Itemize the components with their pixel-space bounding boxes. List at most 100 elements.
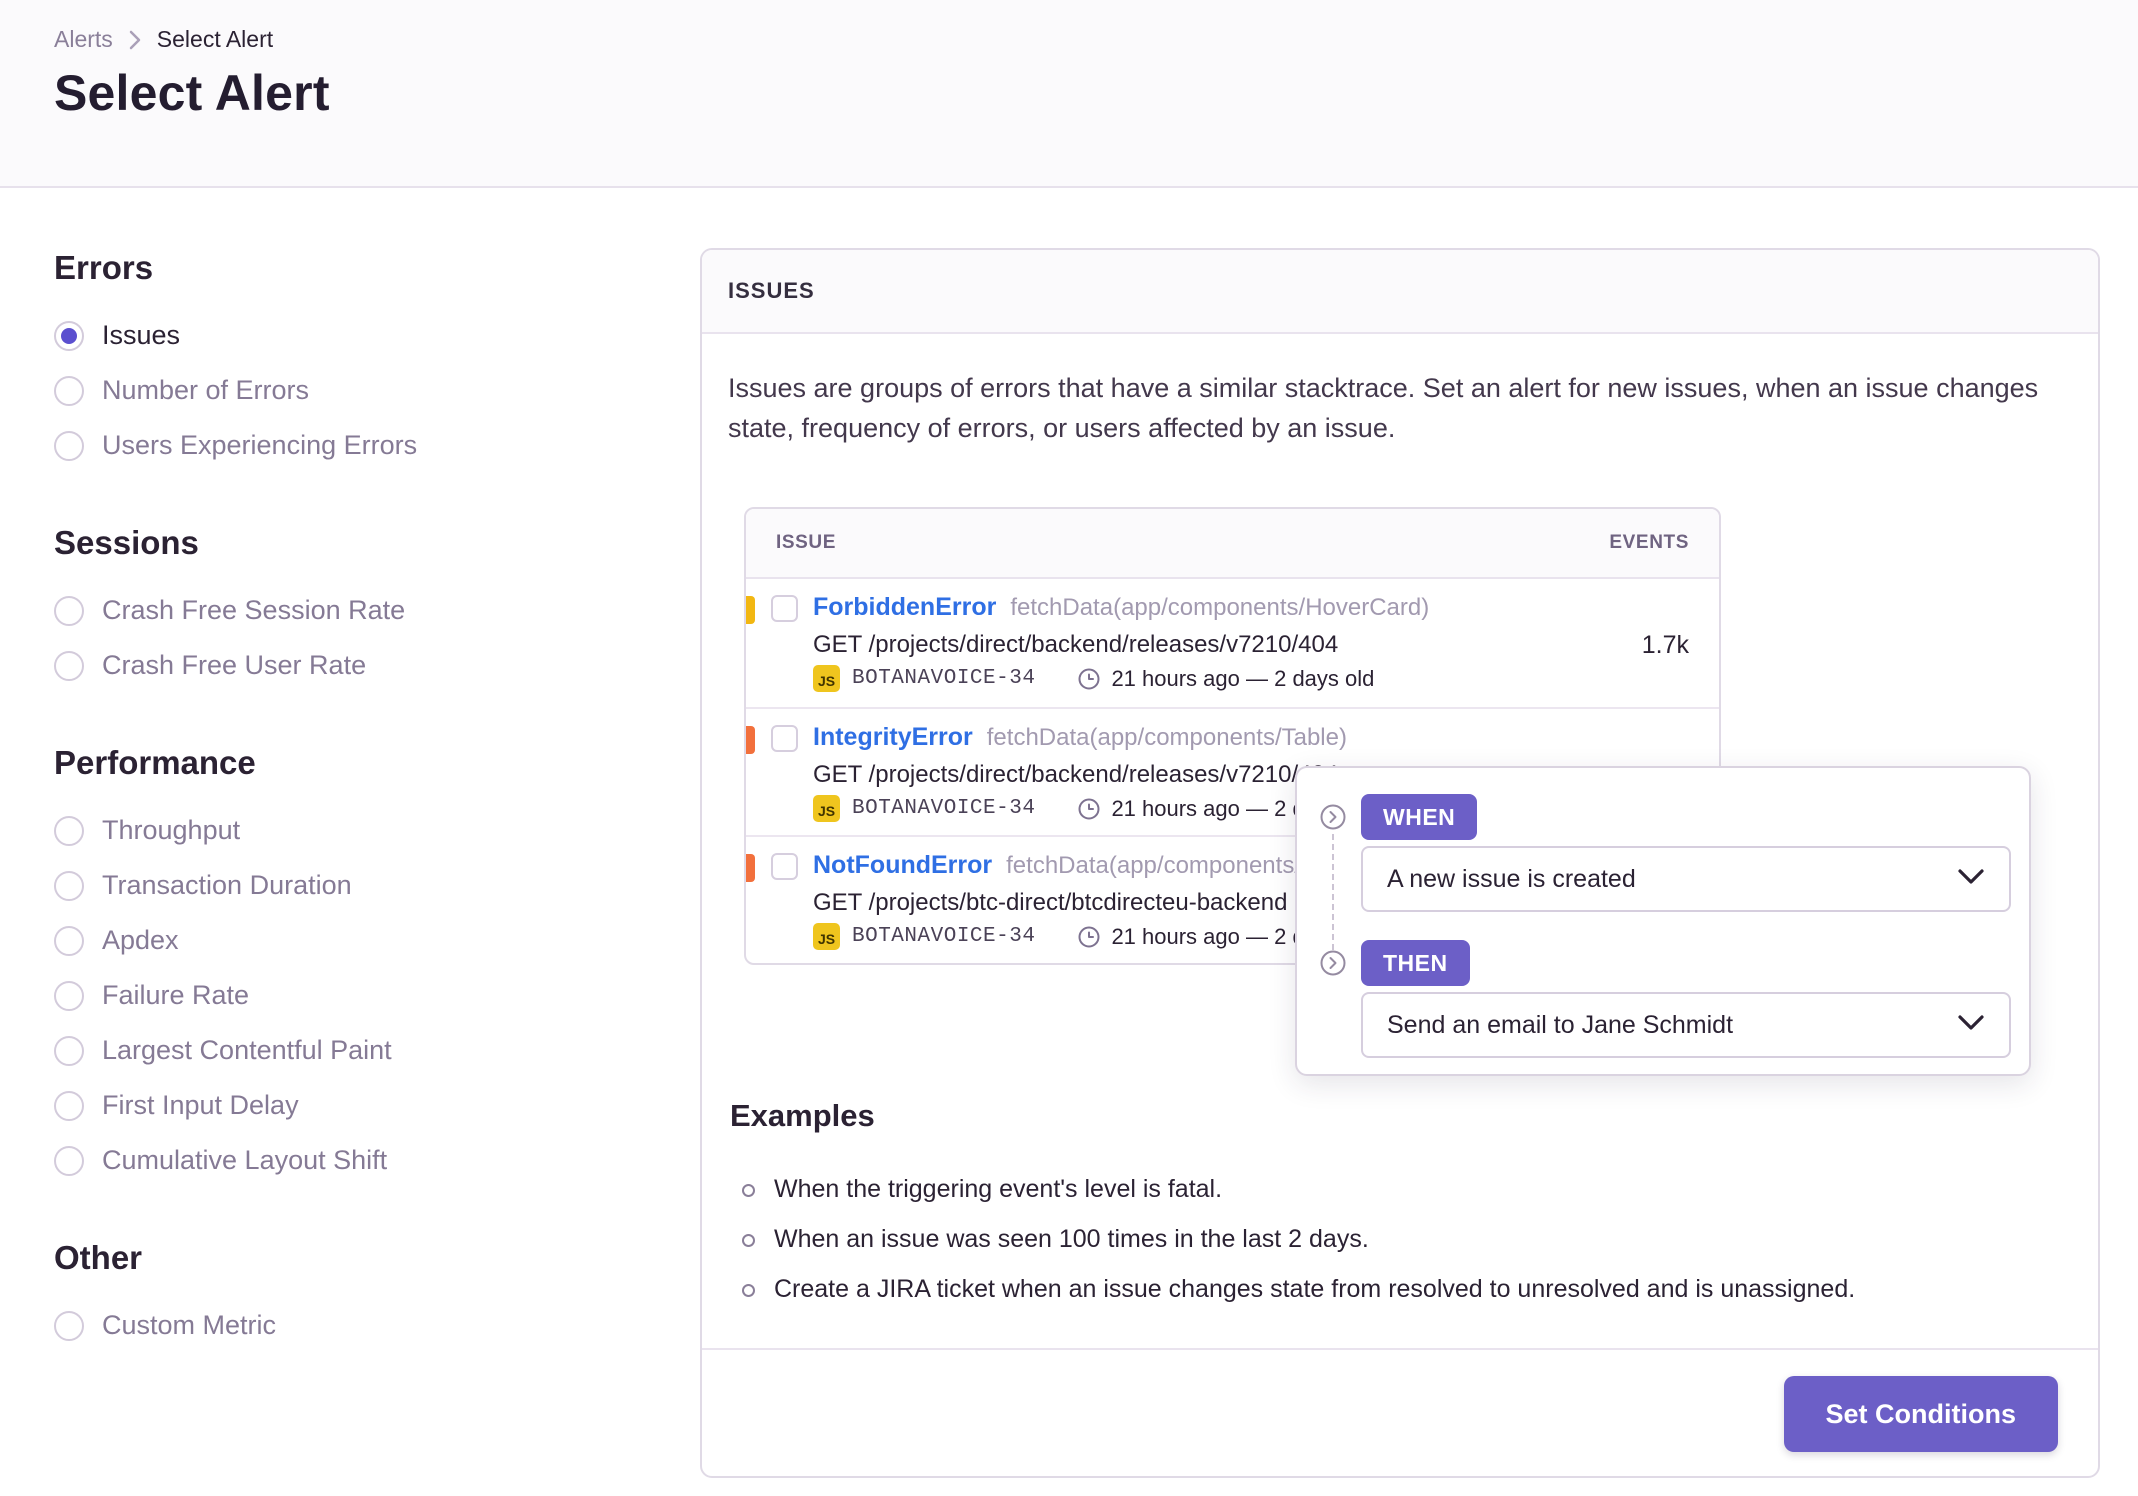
issues-panel: ISSUES Issues are groups of errors that … — [700, 248, 2100, 1478]
sidebar-option-issues[interactable]: Issues — [54, 308, 654, 363]
breadcrumb-current: Select Alert — [156, 26, 274, 52]
sidebar-option-failure-rate[interactable]: Failure Rate — [54, 968, 654, 1023]
radio-icon[interactable] — [54, 1310, 84, 1341]
option-label: Failure Rate — [102, 980, 250, 1010]
breadcrumb-alerts-link[interactable]: Alerts — [54, 26, 113, 53]
example-item: Create a JIRA ticket when an issue chang… — [730, 1264, 2075, 1314]
project-slug: BOTANAVOICE-34 — [852, 925, 1036, 948]
option-label: Issues — [102, 320, 181, 350]
examples-heading: Examples — [730, 1098, 875, 1133]
sidebar-option-first-input-delay[interactable]: First Input Delay — [54, 1078, 654, 1133]
option-label: Transaction Duration — [102, 870, 352, 900]
example-item: When an issue was seen 100 times in the … — [730, 1214, 2075, 1264]
chevron-right-icon — [129, 30, 141, 50]
project-slug: BOTANAVOICE-34 — [852, 667, 1036, 690]
clock-icon — [1077, 797, 1101, 821]
issue-culprit: fetchData(app/components/Table) — [986, 724, 1347, 751]
radio-icon[interactable] — [54, 595, 84, 626]
page-title: Select Alert — [54, 65, 330, 121]
project-slug: BOTANAVOICE-34 — [852, 797, 1036, 820]
option-label: Apdex — [102, 925, 179, 955]
radio-icon[interactable] — [54, 870, 84, 901]
issue-path: GET /projects/direct/backend/releases/v7… — [813, 631, 1339, 658]
dashed-connector-line — [1332, 834, 1334, 950]
radio-icon[interactable] — [54, 375, 84, 406]
panel-header: ISSUES — [702, 250, 2098, 334]
radio-icon[interactable] — [54, 320, 84, 351]
when-condition-value: A new issue is created — [1387, 864, 1636, 893]
example-item: When the triggering event's level is fat… — [730, 1164, 2075, 1214]
javascript-platform-icon: JS — [813, 795, 840, 822]
sidebar-option-apdex[interactable]: Apdex — [54, 913, 654, 968]
option-label: First Input Delay — [102, 1090, 299, 1120]
group-heading-performance: Performance — [54, 744, 256, 781]
sidebar-option-crash-free-user-rate[interactable]: Crash Free User Rate — [54, 638, 654, 693]
issue-link[interactable]: ForbiddenError — [813, 593, 996, 621]
chevron-down-icon — [1957, 868, 1985, 891]
radio-icon[interactable] — [54, 1145, 84, 1176]
error-level-bar — [746, 596, 755, 624]
condition-node-icon — [1320, 804, 1346, 830]
row-checkbox[interactable] — [771, 595, 798, 622]
table-header: ISSUE EVENTS — [746, 509, 1719, 579]
sidebar-group-other: Other Custom Metric — [54, 1238, 654, 1353]
error-level-bar — [746, 726, 755, 754]
radio-icon[interactable] — [54, 1035, 84, 1066]
when-badge: WHEN — [1361, 794, 1478, 840]
radio-icon[interactable] — [54, 815, 84, 846]
option-label: Custom Metric — [102, 1310, 277, 1340]
option-label: Cumulative Layout Shift — [102, 1145, 388, 1175]
option-label: Crash Free Session Rate — [102, 595, 406, 625]
option-label: Crash Free User Rate — [102, 650, 367, 680]
option-label: Number of Errors — [102, 375, 310, 405]
radio-icon[interactable] — [54, 430, 84, 461]
examples-list: When the triggering event's level is fat… — [730, 1164, 2075, 1314]
then-action-value: Send an email to Jane Schmidt — [1387, 1010, 1734, 1039]
radio-icon[interactable] — [54, 650, 84, 681]
radio-icon[interactable] — [54, 925, 84, 956]
option-label: Throughput — [102, 815, 241, 845]
events-count: 1.7k — [1641, 631, 1689, 659]
sidebar-group-performance: Performance Throughput Transaction Durat… — [54, 743, 654, 1188]
sidebar-option-custom-metric[interactable]: Custom Metric — [54, 1298, 654, 1353]
panel-description: Issues are groups of errors that have a … — [728, 373, 2039, 443]
sidebar-option-number-of-errors[interactable]: Number of Errors — [54, 363, 654, 418]
option-label: Users Experiencing Errors — [102, 430, 418, 460]
sidebar-option-largest-contentful-paint[interactable]: Largest Contentful Paint — [54, 1023, 654, 1078]
chevron-down-icon — [1957, 1014, 1985, 1037]
panel-footer: Set Conditions — [702, 1348, 2098, 1476]
clock-icon — [1077, 925, 1101, 949]
breadcrumb: Alerts Select Alert — [54, 26, 273, 53]
issue-path: GET /projects/btc-direct/btcdirecteu-bac… — [813, 889, 1288, 916]
issue-culprit: fetchData(app/components/HoverCard) — [1010, 594, 1430, 621]
sidebar-option-crash-free-session-rate[interactable]: Crash Free Session Rate — [54, 583, 654, 638]
radio-icon[interactable] — [54, 1090, 84, 1121]
group-heading-other: Other — [54, 1239, 143, 1276]
sidebar-option-cumulative-layout-shift[interactable]: Cumulative Layout Shift — [54, 1133, 654, 1188]
sidebar-option-throughput[interactable]: Throughput — [54, 803, 654, 858]
when-condition-select[interactable]: A new issue is created — [1361, 846, 2011, 912]
group-heading-errors: Errors — [54, 249, 154, 286]
clock-icon — [1077, 667, 1101, 691]
page-header: Alerts Select Alert Select Alert — [0, 0, 2138, 188]
then-action-select[interactable]: Send an email to Jane Schmidt — [1361, 992, 2011, 1058]
group-heading-sessions: Sessions — [54, 524, 199, 561]
sidebar-option-transaction-duration[interactable]: Transaction Duration — [54, 858, 654, 913]
condition-node-icon — [1320, 950, 1346, 976]
sidebar-group-sessions: Sessions Crash Free Session Rate Crash F… — [54, 523, 654, 693]
sidebar-group-errors: Errors Issues Number of Errors Users Exp… — [54, 248, 654, 473]
issue-link[interactable]: IntegrityError — [813, 723, 973, 751]
set-conditions-button[interactable]: Set Conditions — [1783, 1376, 2058, 1452]
issue-path: GET /projects/direct/backend/releases/v7… — [813, 761, 1339, 788]
table-row: ForbiddenError fetchData(app/components/H… — [746, 579, 1719, 707]
alert-type-sidebar: Errors Issues Number of Errors Users Exp… — [54, 248, 654, 1403]
issue-link[interactable]: NotFoundError — [813, 851, 992, 879]
row-checkbox[interactable] — [771, 853, 798, 880]
javascript-platform-icon: JS — [813, 665, 840, 692]
sidebar-option-users-experiencing-errors[interactable]: Users Experiencing Errors — [54, 418, 654, 473]
examples-section: Examples When the triggering event's lev… — [730, 1098, 2075, 1314]
row-checkbox[interactable] — [771, 725, 798, 752]
issue-age: 21 hours ago — 2 days old — [1111, 665, 1375, 691]
radio-icon[interactable] — [54, 980, 84, 1011]
option-label: Largest Contentful Paint — [102, 1035, 392, 1065]
